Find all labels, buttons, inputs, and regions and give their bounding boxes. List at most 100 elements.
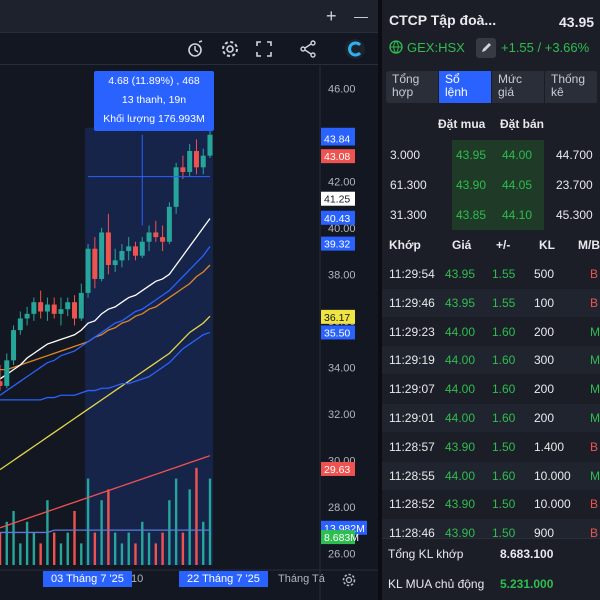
- replay-icon[interactable]: [186, 39, 206, 59]
- price-tick-label: 38.00: [328, 269, 356, 281]
- orderbook-ask-volume: 23.700: [556, 178, 593, 192]
- trade-price: 44.00: [445, 411, 476, 425]
- orderbook-ask-price[interactable]: 44.10: [498, 200, 544, 230]
- trade-volume: 200: [534, 411, 555, 425]
- candle-body: [11, 330, 17, 361]
- add-icon[interactable]: +: [326, 7, 337, 25]
- orderbook-bid-header: Đặt mua: [438, 117, 486, 131]
- volume-bar: [107, 489, 110, 565]
- trade-volume: 1.400: [534, 439, 565, 454]
- candle-body: [0, 381, 3, 386]
- price-tick-label: 42.00: [328, 176, 356, 188]
- tab-statistics[interactable]: Thống kê: [545, 71, 598, 103]
- orderbook-ask-price[interactable]: 44.00: [498, 140, 544, 170]
- candle-body: [38, 302, 44, 312]
- chart-area[interactable]: + — 46.0044.0042.0040.0038.0036.0034.003…: [0, 0, 378, 600]
- tab-overview[interactable]: Tổng hợp: [386, 71, 439, 103]
- volume-bar: [12, 511, 15, 565]
- candle-body: [126, 246, 132, 252]
- chart-tools-toolbar: [0, 33, 378, 65]
- price-tag-label: 8.683M: [324, 532, 359, 544]
- trade-row[interactable]: 11:29:46 43.95 1.55 100 B: [382, 288, 600, 317]
- summary-label-buy: KL MUA chủ động: [388, 577, 485, 591]
- trade-change: 1.60: [492, 411, 516, 425]
- orderbook-ask-price[interactable]: 44.05: [498, 170, 544, 200]
- volume-bar: [174, 478, 178, 565]
- orderbook-bid-price[interactable]: 43.90: [452, 170, 504, 200]
- candle-body: [139, 241, 145, 256]
- trade-side: M: [590, 468, 600, 483]
- candle-body: [17, 318, 23, 331]
- orderbook-row[interactable]: 61.300 43.90 44.05 23.700: [382, 170, 600, 200]
- stock-change: +1.55 / +3.66%: [501, 40, 590, 55]
- trade-row[interactable]: 11:29:07 44.00 1.60 200 M: [382, 375, 600, 404]
- trade-change: 1.55: [492, 295, 516, 310]
- trade-row[interactable]: 11:28:55 44.00 1.60 10.000 M: [382, 461, 600, 490]
- volume-bar: [86, 478, 90, 565]
- time-axis-start: 03 Tháng 7 '25: [43, 571, 132, 587]
- trade-side: M: [590, 382, 600, 397]
- price-tag-label: 36.17: [324, 312, 350, 324]
- candle-body: [105, 232, 111, 265]
- orderbook-bid-volume: 31.300: [390, 208, 427, 222]
- orderbook-row[interactable]: 31.300 43.85 44.10 45.300: [382, 200, 600, 230]
- orderbook-bid-price[interactable]: 43.95: [452, 140, 504, 170]
- candle-body: [180, 167, 186, 172]
- price-tag-label: 40.43: [324, 213, 350, 225]
- trade-row[interactable]: 11:28:52 43.90 1.50 10.000 B: [382, 490, 600, 519]
- volume-bar: [188, 489, 191, 565]
- candle-body: [78, 292, 84, 319]
- chart-top-toolbar: + —: [0, 0, 378, 33]
- trade-row[interactable]: 11:28:57 43.90 1.50 1.400 B: [382, 432, 600, 461]
- share-icon[interactable]: [298, 39, 318, 59]
- trade-volume: 100: [534, 295, 555, 310]
- trade-row[interactable]: 11:29:01 44.00 1.60 200 M: [382, 404, 600, 432]
- trade-time: 11:29:01: [389, 411, 435, 425]
- minimize-icon[interactable]: —: [354, 7, 368, 25]
- trade-price: 43.90: [445, 439, 476, 454]
- trade-volume: 200: [534, 382, 555, 397]
- volume-bar: [208, 478, 212, 565]
- trade-side: B: [590, 267, 599, 281]
- gear-icon[interactable]: [220, 39, 240, 59]
- edit-button[interactable]: [476, 38, 496, 58]
- candle-body: [193, 151, 199, 168]
- price-tick-label: 46.00: [328, 83, 356, 95]
- candle-body: [65, 302, 71, 310]
- price-chart[interactable]: 46.0044.0042.0040.0038.0036.0034.0032.00…: [0, 65, 378, 600]
- stock-symbol[interactable]: GEX:HSX: [407, 40, 465, 55]
- trade-row[interactable]: 11:29:54 43.95 1.55 500 B: [382, 260, 600, 288]
- orderbook-ask-header: Đặt bán: [500, 117, 545, 131]
- trade-row[interactable]: 11:29:19 44.00 1.60 300 M: [382, 346, 600, 375]
- tab-price-levels[interactable]: Mức giá: [492, 71, 545, 103]
- brand-logo-icon[interactable]: [344, 38, 366, 60]
- candle-body: [160, 237, 166, 242]
- price-tag-label: 35.50: [324, 327, 350, 339]
- trade-side: B: [590, 295, 599, 310]
- trade-header-time: Khớp: [389, 238, 421, 252]
- orderbook-row[interactable]: 3.000 43.95 44.00 44.700: [382, 140, 600, 170]
- price-tag-label: 29.63: [324, 464, 350, 476]
- candle-body: [119, 251, 125, 261]
- time-axis-right: Tháng Tá: [278, 573, 325, 585]
- trade-change: 1.60: [492, 468, 516, 483]
- orderbook-bid-price[interactable]: 43.85: [452, 200, 504, 230]
- pencil-icon: [482, 43, 491, 52]
- volume-bar: [141, 521, 144, 565]
- candle-body: [4, 360, 10, 386]
- trade-header-row: Khớp Giá +/- KL M/B: [382, 231, 600, 259]
- trade-side: B: [590, 497, 599, 512]
- trade-price: 44.00: [445, 468, 476, 483]
- trade-volume: 10.000: [534, 468, 571, 483]
- fullscreen-icon[interactable]: [254, 39, 274, 59]
- volume-bar: [19, 543, 22, 565]
- candle-body: [24, 313, 30, 319]
- trade-price: 43.90: [445, 497, 476, 512]
- summary-value-total: 8.683.100: [500, 547, 554, 561]
- trade-volume: 10.000: [534, 497, 571, 512]
- settings-small-icon[interactable]: [341, 572, 357, 588]
- trade-time: 11:29:46: [389, 295, 435, 310]
- trade-row[interactable]: 11:29:23 44.00 1.60 200 M: [382, 317, 600, 346]
- volume-bar: [100, 500, 103, 565]
- tab-orderbook[interactable]: Sổ lệnh: [439, 71, 492, 103]
